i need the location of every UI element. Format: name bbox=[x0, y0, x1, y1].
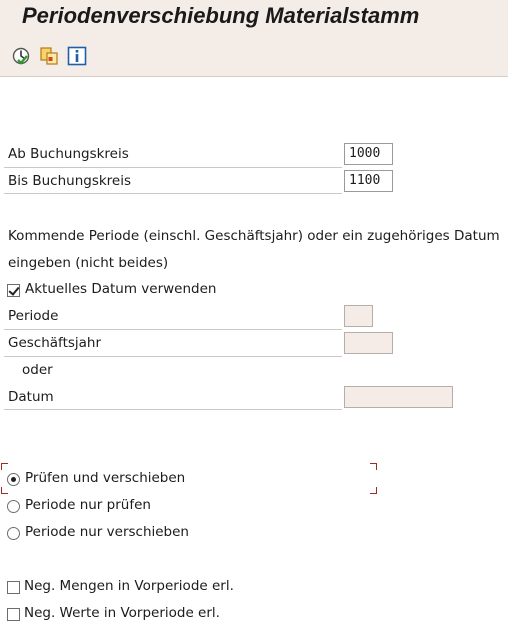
or-label: oder bbox=[22, 362, 53, 378]
period-label: Periode bbox=[8, 308, 59, 324]
negative-quantities-checkbox[interactable] bbox=[7, 581, 20, 594]
fiscal-year-label: Geschäftsjahr bbox=[8, 335, 102, 351]
divider bbox=[4, 167, 342, 168]
divider bbox=[4, 329, 342, 330]
focus-frame bbox=[370, 463, 377, 470]
instruction-line-2: eingeben (nicht beides) bbox=[8, 255, 169, 271]
fiscal-year-input[interactable] bbox=[344, 332, 393, 354]
date-label: Datum bbox=[8, 389, 54, 405]
period-input[interactable] bbox=[344, 305, 373, 327]
negative-values-checkbox[interactable] bbox=[7, 608, 20, 621]
to-company-code-input[interactable]: 1100 bbox=[344, 170, 393, 192]
check-only-label[interactable]: Periode nur prüfen bbox=[25, 497, 151, 513]
negative-quantities-label[interactable]: Neg. Mengen in Vorperiode erl. bbox=[24, 578, 234, 594]
title-bar: Periodenverschiebung Materialstamm bbox=[0, 0, 508, 39]
focus-frame bbox=[1, 487, 8, 494]
current-date-label[interactable]: Aktuelles Datum verwenden bbox=[25, 281, 216, 297]
divider bbox=[4, 409, 342, 410]
execute-icon[interactable] bbox=[11, 46, 31, 66]
copy-variant-icon[interactable] bbox=[39, 46, 59, 66]
shift-only-label[interactable]: Periode nur verschieben bbox=[25, 524, 189, 540]
check-only-radio[interactable] bbox=[7, 500, 20, 513]
info-icon[interactable] bbox=[67, 46, 87, 66]
divider bbox=[4, 356, 342, 357]
shift-only-radio[interactable] bbox=[7, 527, 20, 540]
check-and-shift-label[interactable]: Prüfen und verschieben bbox=[25, 470, 185, 486]
focus-frame bbox=[1, 463, 8, 470]
negative-values-label[interactable]: Neg. Werte in Vorperiode erl. bbox=[24, 605, 220, 621]
from-company-code-input[interactable]: 1000 bbox=[344, 143, 393, 165]
focus-frame bbox=[370, 487, 377, 494]
to-company-code-label: Bis Buchungskreis bbox=[8, 173, 132, 189]
divider bbox=[4, 193, 342, 194]
page-title: Periodenverschiebung Materialstamm bbox=[22, 3, 420, 28]
application-toolbar bbox=[0, 38, 508, 77]
instruction-line-1: Kommende Periode (einschl. Geschäftsjahr… bbox=[8, 228, 500, 244]
from-company-code-label: Ab Buchungskreis bbox=[8, 146, 129, 162]
current-date-checkbox[interactable] bbox=[7, 284, 20, 297]
date-input[interactable] bbox=[344, 386, 453, 408]
check-and-shift-radio[interactable] bbox=[7, 473, 20, 486]
